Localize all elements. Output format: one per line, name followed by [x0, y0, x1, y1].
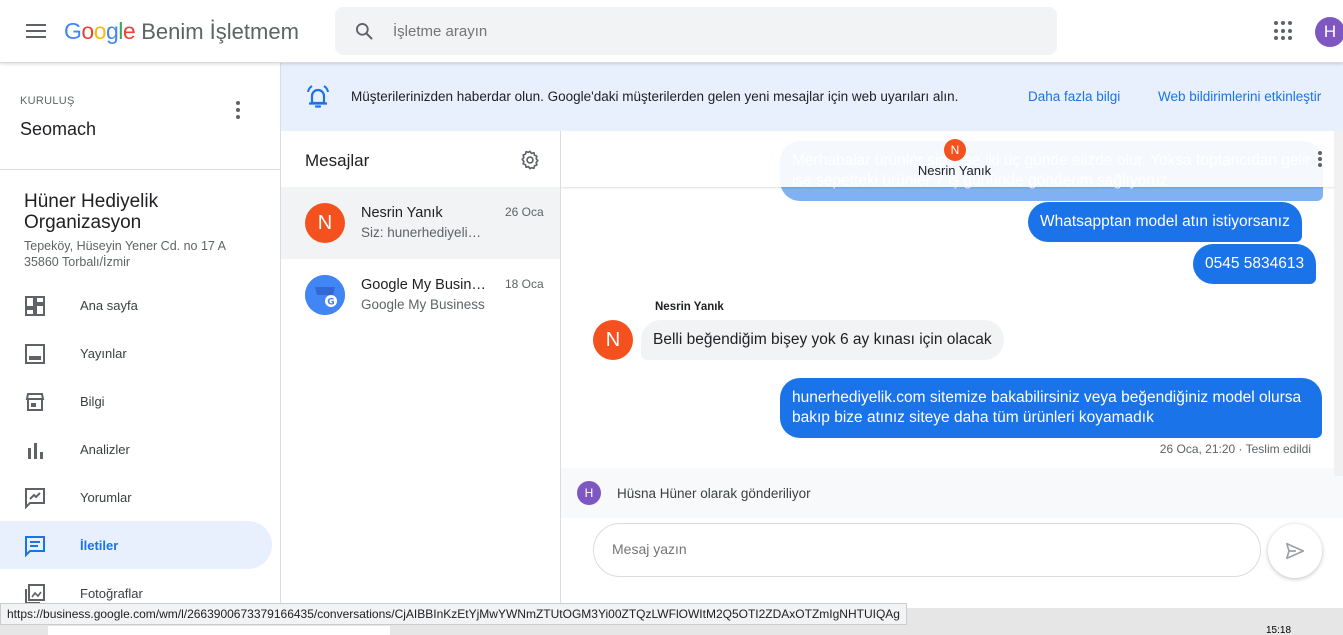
chat-panel: Merhabalar ürünler siparişe iki üç günde… — [561, 131, 1343, 608]
left-navigation: KURULUŞ Seomach Hüner Hediyelik Organiza… — [0, 63, 281, 608]
nav-item-label: Yayınlar — [80, 345, 127, 361]
nav-item-label: Yorumlar — [80, 489, 132, 505]
top-app-bar: Google Benim İşletmem H — [0, 0, 1343, 63]
hamburger-icon-line — [26, 36, 46, 38]
sending-as-label: Hüsna Hüner olarak gönderiliyor — [617, 486, 811, 501]
incoming-message-bubble: Belli beğendiğim bişey yok 6 ay kınası i… — [641, 320, 1004, 360]
reviews-icon — [25, 488, 45, 509]
taskbar-clock: 15:18 — [1266, 625, 1292, 635]
conversation-list-header: Mesajlar — [281, 131, 560, 187]
message-status: 26 Oca, 21:20 · Teslim edildi — [1159, 442, 1311, 456]
nav-item-bar-chart[interactable]: Analizler — [0, 425, 272, 473]
business-address: Tepeköy, Hüseyin Yener Cd. no 17 A 35860… — [24, 238, 264, 270]
nav-item-label: Fotoğraflar — [80, 585, 143, 601]
message-icon — [25, 536, 45, 557]
notifications-banner: Müşterilerinizden haberdar olun. Google'… — [281, 63, 1343, 131]
nav-item-label: Ana sayfa — [80, 297, 138, 313]
conversation-snippet: Google My Business — [361, 297, 485, 312]
send-button[interactable] — [1268, 524, 1322, 578]
outgoing-message-bubble: Whatsapptan model atın istiyorsanız — [1028, 202, 1302, 242]
business-name: Hüner Hediyelik Organizasyon — [24, 191, 159, 233]
logo-letter: g — [105, 18, 119, 44]
organization-name: Seomach — [20, 119, 97, 139]
bell-alert-icon — [303, 82, 333, 117]
nav-item-label: Bilgi — [80, 393, 105, 409]
google-my-business-logo[interactable]: Google Benim İşletmem — [64, 18, 299, 45]
google-apps-icon[interactable] — [1274, 21, 1294, 41]
logo-letter: o — [93, 18, 107, 44]
dashboard-icon — [25, 296, 45, 316]
svg-text:G: G — [327, 298, 334, 308]
logo-letter: o — [81, 18, 94, 44]
banner-message: Müşterilerinizden haberdar olun. Google'… — [351, 89, 959, 104]
chat-scrollbar[interactable] — [1334, 131, 1343, 476]
conversation-name: Nesrin Yanık — [361, 205, 443, 221]
logo-letter: G — [64, 18, 82, 44]
main-menu-button[interactable] — [18, 18, 54, 44]
hamburger-icon — [26, 24, 46, 26]
search-input[interactable] — [393, 22, 993, 40]
bar-chart-icon — [28, 443, 43, 459]
organization-label: KURULUŞ — [20, 95, 75, 107]
nav-item-message[interactable]: İletiler — [0, 521, 272, 569]
incoming-sender-name: Nesrin Yanık — [655, 301, 724, 313]
enable-web-notifications-link[interactable]: Web bildirimlerini etkinleştir — [1158, 89, 1321, 104]
outgoing-message-bubble: 0545 5834613 — [1193, 244, 1317, 284]
logo-letter: e — [122, 18, 136, 44]
hamburger-icon-line — [26, 30, 46, 32]
search-icon[interactable] — [335, 21, 393, 41]
compose-box[interactable] — [593, 523, 1261, 577]
address-line-2: 35860 Torbalı/İzmir — [24, 255, 131, 269]
taskbar-search-field[interactable] — [48, 626, 390, 635]
storefront-icon — [25, 393, 45, 411]
nav-item-reviews[interactable]: Yorumlar — [0, 473, 272, 521]
conversation-date: 26 Oca — [505, 205, 544, 219]
conversation-avatar: N — [305, 203, 345, 243]
conversation-items: N Nesrin Yanık Siz: hunerhediyelik.com sit… — [281, 187, 560, 331]
business-search-bar[interactable] — [335, 7, 1057, 55]
account-avatar[interactable]: H — [1315, 17, 1343, 47]
google-wordmark: Google — [64, 18, 136, 45]
contact-name: Nesrin Yanık — [917, 163, 992, 178]
conversation-snippet: Siz: hunerhediyelik.com sitemize — [361, 225, 486, 240]
chat-header: N Nesrin Yanık — [561, 131, 1343, 187]
sender-avatar: H — [577, 481, 601, 505]
message-input[interactable] — [612, 541, 1232, 557]
conversation-list: Mesajlar N Nesrin Yanık Siz: hunerhediyeli… — [281, 131, 561, 608]
posts-icon — [25, 344, 45, 364]
product-name: Benim İşletmem — [141, 19, 299, 44]
nav-item-posts[interactable]: Yayınlar — [0, 329, 272, 377]
address-line-1: Tepeköy, Hüseyin Yener Cd. no 17 A — [24, 239, 226, 253]
organization-section: KURULUŞ Seomach — [0, 63, 280, 170]
sending-as-bar: H Hüsna Hüner olarak gönderiliyor — [561, 468, 1343, 518]
photos-icon — [25, 584, 45, 604]
contact-avatar: N — [944, 139, 966, 161]
send-icon — [1285, 542, 1305, 560]
nav-item-label: Analizler — [80, 441, 130, 457]
browser-status-url: https://business.google.com/wm/l/2663900… — [0, 603, 907, 625]
more-vert-icon[interactable] — [228, 101, 248, 123]
conversation-name: Google My Business — [361, 277, 491, 293]
outgoing-message-bubble: hunerhediyelik.com sitemize bakabilirsin… — [780, 378, 1322, 438]
nav-item-label: İletiler — [80, 537, 119, 553]
learn-more-link[interactable]: Daha fazla bilgi — [1028, 89, 1120, 104]
nav-item-storefront[interactable]: Bilgi — [0, 377, 272, 425]
incoming-sender-avatar: N — [593, 320, 633, 360]
nav-item-dashboard[interactable]: Ana sayfa — [0, 281, 272, 329]
google-my-business-avatar-icon: G — [305, 275, 345, 315]
conversation-date: 18 Oca — [505, 277, 544, 291]
settings-gear-icon[interactable] — [519, 149, 541, 176]
more-vert-icon[interactable] — [1316, 151, 1324, 169]
conversation-item[interactable]: G Google My Business Google My Business 18 … — [281, 259, 560, 331]
conversation-item[interactable]: N Nesrin Yanık Siz: hunerhediyelik.com sit… — [281, 187, 560, 259]
messages-title: Mesajlar — [305, 151, 370, 170]
nav-list: Ana sayfa Yayınlar Bilgi Analizler Yorumlar İ… — [0, 281, 280, 608]
